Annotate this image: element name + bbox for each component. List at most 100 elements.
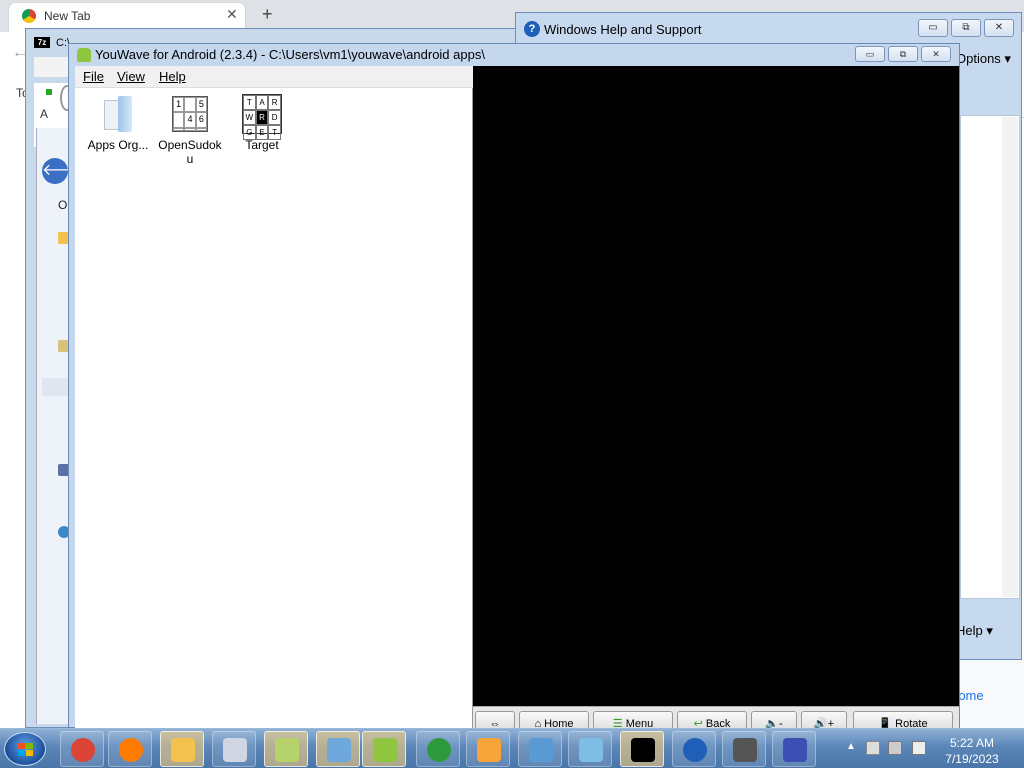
chrome-tab-icon (22, 9, 36, 23)
taskbar-app-7zip[interactable] (620, 731, 664, 767)
target-cell: E (255, 125, 269, 140)
7zip-icon (631, 738, 655, 762)
remote-desktop-icon (529, 738, 553, 762)
target-cell: D (268, 110, 281, 125)
android-icon (373, 738, 397, 762)
taskbar-app-folders[interactable] (264, 731, 308, 767)
chrome-tab-title: New Tab (44, 9, 91, 23)
help-minimize-button[interactable]: ▭ (918, 19, 948, 37)
sudoku-cell: 4 (184, 112, 196, 128)
app-label: Target (245, 138, 279, 152)
sudoku-cell (184, 127, 196, 131)
menu-help-label: Help (159, 69, 186, 84)
taskbar-app-chrome[interactable] (60, 731, 104, 767)
target-cell: T (243, 95, 256, 110)
android-screen[interactable] (473, 66, 959, 706)
apps-organizer-icon (98, 94, 138, 134)
windows-icon (427, 738, 451, 762)
help-maximize-button[interactable]: ⧉ (951, 19, 981, 37)
control-panel-icon (579, 738, 603, 762)
action-center-icon[interactable] (866, 741, 880, 755)
target-cell: R (268, 95, 281, 110)
help-close-button[interactable]: ✕ (984, 19, 1014, 37)
clock-time: 5:22 AM (949, 736, 995, 750)
menu-file[interactable]: File (83, 69, 104, 84)
help-window-title: Windows Help and Support (544, 22, 702, 37)
zip-logo-icon: 7z (34, 37, 50, 48)
zip-text-a: A (40, 107, 49, 121)
firefox-icon (119, 738, 143, 762)
clock[interactable]: 5:22 AM 7/19/2023 (942, 735, 1002, 767)
taskbar-app-keyboard[interactable] (316, 731, 360, 767)
help-window-controls: ▭ ⧉ ✕ (918, 19, 1016, 39)
youwave-maximize-button[interactable]: ⧉ (888, 46, 918, 62)
taskbar: ▲ 5:22 AM 7/19/2023 (0, 728, 1024, 768)
chrome-tab-close-icon[interactable]: ✕ (226, 6, 238, 23)
menu-help[interactable]: Help (159, 69, 186, 84)
app-label: OpenSudoku (158, 138, 222, 166)
android-icon (77, 48, 91, 62)
youwave-close-button[interactable]: ✕ (921, 46, 951, 62)
system-tray: ▲ 5:22 AM 7/19/2023 (840, 731, 1024, 767)
menu-file-label: File (83, 69, 104, 84)
taskbar-app-infinity[interactable] (772, 731, 816, 767)
tray-expand-icon[interactable]: ▲ (846, 741, 856, 752)
sudoku-cell (195, 127, 207, 131)
app-opensudoku[interactable]: 1546 OpenSudoku (155, 94, 225, 166)
volume-muted-icon[interactable] (912, 741, 926, 755)
help-scrollbar[interactable] (1002, 117, 1018, 597)
taskbar-app-remote-desktop[interactable] (518, 731, 562, 767)
help-options-menu[interactable]: Options ▾ (956, 51, 1011, 67)
taskbar-app-help[interactable] (672, 731, 716, 767)
youwave-window-title: YouWave for Android (2.3.4) - C:\Users\v… (95, 47, 485, 62)
taskbar-app-android[interactable] (362, 731, 406, 767)
taskbar-app-windows[interactable] (416, 731, 460, 767)
taskbar-app-microphone[interactable] (722, 731, 766, 767)
sudoku-cell: 5 (195, 97, 207, 113)
keyboard-icon (327, 738, 351, 762)
youwave-window-controls: ▭ ⧉ ✕ (855, 46, 953, 64)
taskbar-app-media-player[interactable] (466, 731, 510, 767)
help-window-icon: ? (524, 21, 540, 37)
help-bottom-menu[interactable]: Help ▾ (956, 623, 993, 639)
android-nav-bar: ⇔ ⌂ Home ☰ Menu ↩ Back 🔈- 🔊+ 📱 Rotate (473, 706, 959, 731)
help-icon (683, 738, 707, 762)
start-button[interactable] (4, 732, 46, 766)
taskbar-app-control-panel[interactable] (568, 731, 612, 767)
clock-date: 7/19/2023 (945, 752, 999, 766)
youwave-minimize-button[interactable]: ▭ (855, 46, 885, 62)
app-label: Apps Org... (87, 138, 149, 152)
windows-logo-icon (18, 743, 33, 756)
youwave-window: YouWave for Android (2.3.4) - C:\Users\v… (68, 43, 960, 731)
target-word-icon: TARWRDGET (242, 94, 282, 140)
taskbar-app-explorer[interactable] (160, 731, 204, 767)
help-options-label: Options (956, 51, 1001, 66)
calculator-icon (223, 738, 247, 762)
sudoku-cell (184, 97, 196, 113)
media-player-icon (477, 738, 501, 762)
menu-view[interactable]: View (117, 69, 145, 84)
sudoku-cell (173, 112, 185, 128)
taskbar-app-calculator[interactable] (212, 731, 256, 767)
target-cell: R (255, 110, 269, 125)
app-apps-organizer[interactable]: Apps Org... (83, 94, 153, 152)
app-target[interactable]: TARWRDGET Target (227, 94, 297, 152)
chrome-icon (71, 738, 95, 762)
explorer-back-button[interactable]: 🡐 (42, 158, 85, 184)
apps-panel: Apps Org... 1546 OpenSudoku TARWRDGET Ta… (75, 88, 473, 728)
sudoku-cell (173, 127, 185, 131)
sudoku-cell: 1 (173, 97, 185, 113)
target-cell: T (268, 125, 281, 140)
infinity-icon (783, 738, 807, 762)
help-bottom-label: Help (956, 623, 983, 638)
target-cell: G (243, 125, 256, 140)
target-cell: A (255, 95, 269, 110)
chrome-new-tab-button[interactable]: + (262, 4, 273, 25)
sudoku-cell: 6 (195, 112, 207, 128)
zip-status-icon (46, 89, 52, 95)
folders-icon (275, 738, 299, 762)
sudoku-icon: 1546 (170, 94, 210, 134)
taskbar-app-firefox[interactable] (108, 731, 152, 767)
explorer-icon (171, 738, 195, 762)
network-tray-icon[interactable] (888, 741, 902, 755)
